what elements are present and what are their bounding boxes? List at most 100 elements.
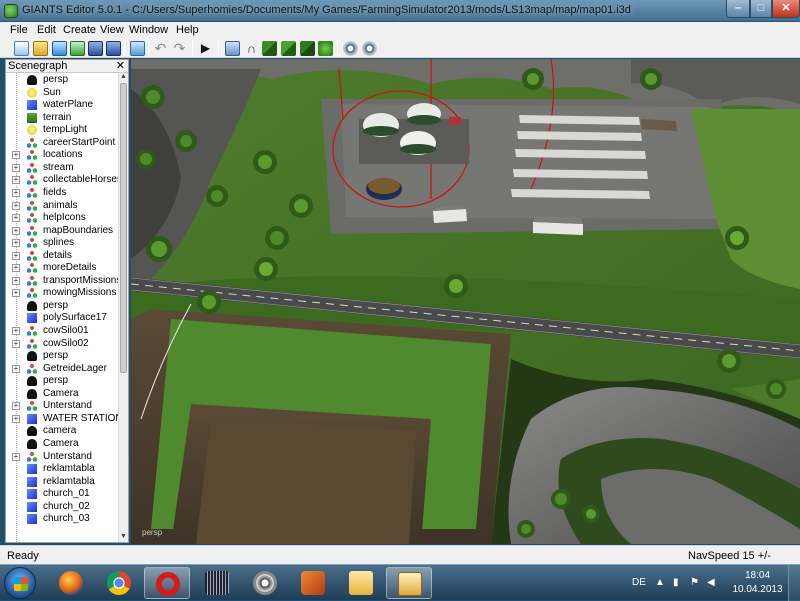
expand-icon[interactable]: + [12, 414, 20, 423]
scenegraph-node[interactable]: reklamtabla [6, 463, 118, 476]
house-icon[interactable] [225, 41, 240, 56]
scroll-thumb[interactable] [120, 83, 127, 373]
show-desktop-button[interactable] [788, 565, 800, 601]
scenegraph-node[interactable]: camera [6, 425, 118, 438]
expand-icon[interactable]: + [12, 201, 20, 210]
open-icon[interactable] [33, 41, 48, 56]
scenegraph-node[interactable]: polySurface17 [6, 312, 118, 325]
scenegraph-node[interactable]: Camera [6, 388, 118, 401]
scenegraph-node[interactable]: terrain [6, 112, 118, 125]
menu-help[interactable]: Help [176, 24, 199, 36]
scenegraph-node[interactable]: + fields [6, 187, 118, 200]
scenegraph-node[interactable]: + cowSilo01 [6, 325, 118, 338]
scenegraph-node[interactable]: waterPlane [6, 99, 118, 112]
expand-icon[interactable]: + [12, 402, 20, 411]
taskbar-explorer[interactable] [338, 567, 384, 599]
terrain-paint-icon[interactable] [262, 41, 277, 56]
scenegraph-node[interactable]: + collectableHorses [6, 174, 118, 187]
expand-icon[interactable]: + [12, 339, 20, 348]
maximize-button[interactable]: □ [750, 0, 772, 18]
terrain-paint2-icon[interactable] [281, 41, 296, 56]
scenegraph-node[interactable]: + helpIcons [6, 212, 118, 225]
expand-icon[interactable]: + [12, 264, 20, 273]
tray-arrow-icon[interactable]: ▲ [655, 577, 665, 588]
scenegraph-node[interactable]: persp [6, 300, 118, 313]
scenegraph-node[interactable]: + animals [6, 200, 118, 213]
scenegraph-node[interactable]: + details [6, 250, 118, 263]
menu-file[interactable]: File [10, 24, 28, 36]
expand-icon[interactable]: + [12, 276, 20, 285]
network-icon[interactable]: ▮ [673, 577, 683, 588]
scenegraph-node[interactable]: tempLight [6, 124, 118, 137]
scenegraph-node[interactable]: + locations [6, 149, 118, 162]
scenegraph-node[interactable]: + stream [6, 162, 118, 175]
expand-icon[interactable]: + [12, 452, 20, 461]
expand-icon[interactable]: + [12, 226, 20, 235]
scenegraph-node[interactable]: + Unterstand [6, 451, 118, 464]
save-as-icon[interactable] [106, 41, 121, 56]
taskbar-chrome[interactable] [96, 567, 142, 599]
new-icon[interactable] [14, 41, 29, 56]
expand-icon[interactable]: + [12, 251, 20, 260]
import-icon[interactable] [52, 41, 67, 56]
scenegraph-node[interactable]: + cowSilo02 [6, 338, 118, 351]
scenegraph-node[interactable]: persp [6, 350, 118, 363]
redo-icon[interactable]: ↷ [172, 41, 187, 56]
foliage-icon[interactable] [318, 41, 333, 56]
language-indicator[interactable]: DE [632, 577, 646, 588]
expand-icon[interactable]: + [12, 176, 20, 185]
taskbar-firefox[interactable] [48, 567, 94, 599]
notification-flag-icon[interactable]: ⚑ [690, 577, 700, 588]
scenegraph-node[interactable]: church_03 [6, 513, 118, 526]
scenegraph-scrollbar[interactable]: ▲ ▼ [118, 73, 128, 542]
undo-icon[interactable]: ↶ [153, 41, 168, 56]
scenegraph-node[interactable]: + WATER STATION [6, 413, 118, 426]
terrain-paint3-icon[interactable] [300, 41, 315, 56]
menu-view[interactable]: View [100, 24, 124, 36]
close-button[interactable]: ✕ [772, 0, 800, 18]
taskbar-audio[interactable] [194, 567, 240, 599]
settings2-icon[interactable] [362, 41, 377, 56]
scenegraph-close-button[interactable]: ✕ [116, 59, 125, 72]
scroll-down-icon[interactable]: ▼ [119, 533, 128, 542]
taskbar-media[interactable] [242, 567, 288, 599]
scenegraph-node[interactable]: church_01 [6, 488, 118, 501]
expand-icon[interactable]: + [12, 364, 20, 373]
scenegraph-node[interactable]: + GetreideLager [6, 363, 118, 376]
scenegraph-node[interactable]: church_02 [6, 501, 118, 514]
settings-icon[interactable] [343, 41, 358, 56]
volume-icon[interactable]: ◀ [707, 577, 717, 588]
taskbar-video[interactable] [290, 567, 336, 599]
scenegraph-node[interactable]: persp [6, 74, 118, 87]
taskbar-giants-editor[interactable] [386, 567, 432, 599]
scenegraph-node[interactable]: + mowingMissions [6, 287, 118, 300]
export-icon[interactable] [70, 41, 85, 56]
scenegraph-node[interactable]: + splines [6, 237, 118, 250]
expand-icon[interactable]: + [12, 214, 20, 223]
scroll-up-icon[interactable]: ▲ [119, 73, 128, 82]
scenegraph-node[interactable]: + moreDetails [6, 262, 118, 275]
scenegraph-node[interactable]: reklamtabla [6, 476, 118, 489]
minimize-button[interactable]: – [726, 0, 750, 18]
expand-icon[interactable]: + [12, 289, 20, 298]
play-icon[interactable]: ▶ [198, 41, 213, 56]
scenegraph-node[interactable]: + Unterstand [6, 400, 118, 413]
expand-icon[interactable]: + [12, 151, 20, 160]
menu-create[interactable]: Create [63, 24, 96, 36]
taskbar-opera[interactable] [144, 567, 190, 599]
expand-icon[interactable]: + [12, 163, 20, 172]
scenegraph-node[interactable]: + transportMissions [6, 275, 118, 288]
scenegraph-node[interactable]: persp [6, 375, 118, 388]
start-button[interactable] [4, 567, 36, 599]
system-clock[interactable]: 18:04 10.04.2013 [730, 569, 785, 597]
expand-icon[interactable]: + [12, 239, 20, 248]
magnet-icon[interactable]: ∩ [244, 41, 259, 56]
expand-icon[interactable]: + [12, 188, 20, 197]
expand-icon[interactable]: + [12, 327, 20, 335]
menu-window[interactable]: Window [129, 24, 168, 36]
save-icon[interactable] [88, 41, 103, 56]
3d-viewport[interactable]: persp [131, 59, 800, 544]
scenegraph-node[interactable]: careerStartPoint [6, 137, 118, 150]
scenegraph-node[interactable]: Sun [6, 87, 118, 100]
scenegraph-node[interactable]: + mapBoundaries [6, 225, 118, 238]
